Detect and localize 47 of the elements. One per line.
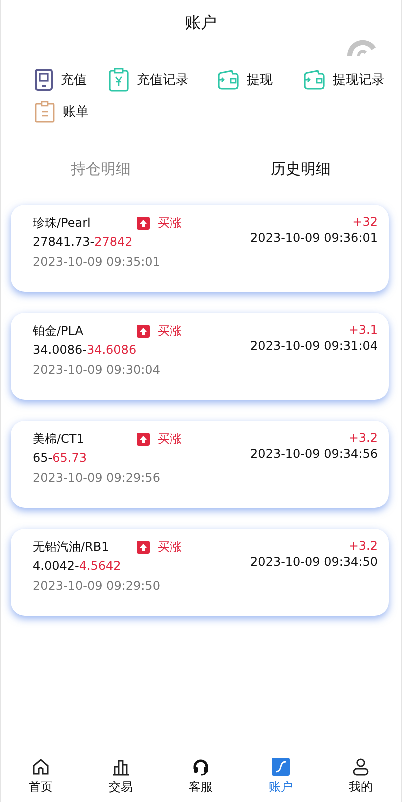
profit-value: +3.1: [348, 323, 378, 337]
nav-item[interactable]: 客服: [161, 758, 241, 796]
menu-item[interactable]: 提现记录: [303, 68, 401, 92]
clipboard-icon: [35, 101, 55, 123]
product-name: 珍珠/Pearl: [33, 215, 92, 232]
nav-item[interactable]: 交易: [81, 758, 161, 796]
open-time: 2023-10-09 09:29:56: [33, 471, 162, 485]
wallet-icon: [217, 70, 239, 90]
direction-label: 买涨: [158, 539, 182, 556]
direction-label: 买涨: [158, 215, 182, 232]
menu-item[interactable]: 提现: [217, 68, 303, 92]
price-range: 27841.73-27842: [33, 235, 134, 249]
tab[interactable]: 持仓明细: [1, 150, 201, 189]
menu-item[interactable]: 充值记录: [109, 68, 217, 92]
menu-item[interactable]: 充值: [35, 68, 109, 92]
price-range: 65-65.73: [33, 451, 88, 465]
nav-item[interactable]: 账户: [241, 758, 321, 796]
direction-label: 买涨: [158, 323, 182, 340]
nav-item[interactable]: 我的: [321, 758, 401, 796]
account-icon: [272, 758, 290, 776]
close-time: 2023-10-09 09:36:01: [250, 231, 378, 245]
close-time: 2023-10-09 09:31:04: [250, 339, 378, 353]
tab[interactable]: 历史明细: [201, 150, 401, 189]
user-icon: [352, 758, 370, 776]
direction-label: 买涨: [158, 431, 182, 448]
open-time: 2023-10-09 09:29:50: [33, 579, 162, 593]
headset-icon: [192, 758, 210, 776]
menu-item[interactable]: 账单: [35, 100, 109, 124]
price-range: 34.0086-34.6086: [33, 343, 138, 357]
price-range: 4.0042-4.5642: [33, 559, 122, 573]
profit-value: +3.2: [348, 431, 378, 445]
page-title: 账户: [185, 12, 217, 34]
wallet-icon: [303, 70, 325, 90]
profit-value: +3.2: [348, 539, 378, 553]
product-name: 无铅汽油/RB1: [33, 539, 110, 556]
bar-chart-icon: [112, 758, 130, 776]
profit-value: +32: [352, 215, 378, 229]
home-icon: [32, 758, 50, 776]
product-name: 美棉/CT1: [33, 431, 86, 448]
close-time: 2023-10-09 09:34:50: [250, 555, 378, 569]
product-name: 铂金/PLA: [33, 323, 84, 340]
nav-item[interactable]: 首页: [1, 758, 81, 796]
open-time: 2023-10-09 09:30:04: [33, 363, 162, 377]
clipboard-icon: [109, 68, 129, 92]
close-time: 2023-10-09 09:34:56: [250, 447, 378, 461]
open-time: 2023-10-09 09:35:01: [33, 255, 162, 269]
tablet-icon: [35, 69, 53, 91]
